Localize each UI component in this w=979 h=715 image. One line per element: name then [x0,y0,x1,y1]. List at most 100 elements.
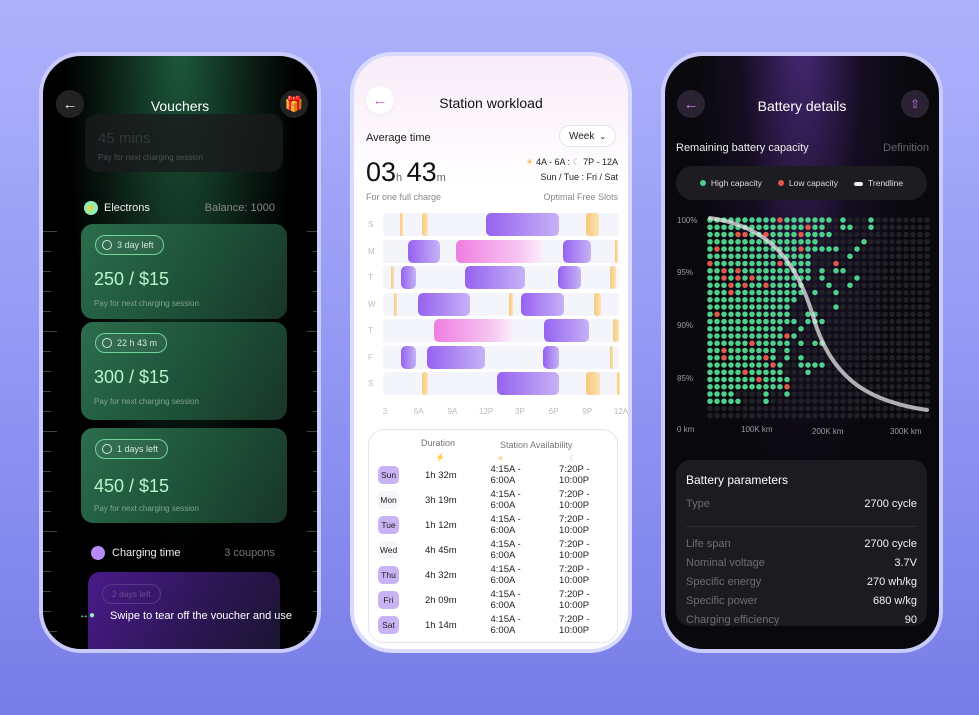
busy-bar[interactable] [486,213,560,236]
high-capacity-dot [735,325,741,332]
high-capacity-dot [728,253,734,260]
high-capacity-dot [777,340,783,347]
low-capacity-dot [784,383,790,390]
day-chip[interactable]: Fri [378,591,400,609]
high-capacity-dot [819,275,825,281]
empty-dot [896,289,902,296]
free-slot-bar[interactable] [610,266,616,289]
empty-dot [875,253,881,260]
empty-dot [896,304,902,310]
free-slot-bar[interactable] [594,292,601,316]
busy-bar[interactable] [521,292,564,316]
high-capacity-dot [756,267,762,274]
faded-voucher-card[interactable]: 45 mins Pay for next charging session [85,114,283,172]
day-chip[interactable]: Tue [378,516,400,534]
empty-dot [882,354,888,361]
empty-dot [882,260,888,267]
empty-dot [833,383,839,390]
empty-dot [847,333,853,339]
high-capacity-dot [756,354,762,361]
high-capacity-dot [728,340,734,347]
period-dropdown[interactable]: Week ⌄ [559,125,616,147]
low-capacity-dot [714,311,720,318]
workload-row [383,319,619,342]
busy-bar[interactable] [542,345,560,369]
empty-dot [875,412,881,419]
high-capacity-dot [707,275,713,281]
section-label: Charging time [112,547,181,559]
empty-dot [840,354,846,361]
high-capacity-dot [714,398,720,405]
day-chip[interactable]: Thu [378,566,400,584]
empty-dot [917,296,923,303]
free-slot-bar[interactable] [394,292,398,316]
empty-dot [868,304,874,310]
busy-bar[interactable] [496,372,560,395]
empty-dot [910,333,916,339]
voucher-card[interactable]: 1 days left 450 / $15 Pay for next chargin… [81,428,287,523]
busy-bar[interactable] [456,239,543,263]
empty-dot [917,246,923,252]
free-slot-bar[interactable] [508,292,514,316]
busy-bar[interactable] [417,292,470,316]
edge-tick [43,351,51,352]
high-capacity-dot [742,260,748,267]
day-chip[interactable]: Mon [378,491,400,509]
high-capacity-dot [714,238,720,245]
busy-bar[interactable] [558,266,581,289]
empty-dot [847,304,853,310]
day-chip[interactable]: Sun [378,466,400,484]
busy-bar[interactable] [426,345,486,369]
edge-tick [313,351,317,352]
high-capacity-dot [749,253,755,260]
voucher-card[interactable]: 22 h 43 m 300 / $15 Pay for next charging … [81,322,287,420]
empty-dot [917,217,923,223]
day-chip[interactable]: Sat [378,616,400,634]
high-capacity-dot [728,391,734,397]
busy-bar[interactable] [400,266,416,289]
empty-dot [714,412,720,419]
busy-bar[interactable] [562,239,591,263]
free-slot-bar[interactable] [586,213,599,236]
empty-dot [903,376,909,383]
free-slot-bar[interactable] [616,372,620,395]
high-capacity-dot [728,296,734,303]
empty-dot [924,340,930,347]
empty-dot [889,347,895,354]
free-slot-bar[interactable] [610,345,613,369]
empty-dot [861,231,867,238]
empty-dot [777,405,783,412]
busy-bar[interactable] [465,266,525,289]
high-capacity-dot [707,253,713,260]
free-slot-bar[interactable] [586,372,600,395]
empty-dot [868,325,874,332]
free-slot-bar[interactable] [614,239,618,263]
free-slot-bar[interactable] [422,213,428,236]
free-slot-bar[interactable] [422,372,428,395]
gift-button[interactable]: 🎁 [280,90,308,118]
busy-bar[interactable] [400,345,416,369]
high-capacity-dot [819,318,825,325]
empty-dot [882,369,888,376]
high-capacity-dot [770,318,776,325]
edge-tick [313,411,317,412]
high-capacity-dot [714,383,720,390]
low-capacity-dot [798,246,804,252]
workload-row [383,345,619,369]
empty-dot [826,340,832,347]
busy-bar[interactable] [407,239,441,263]
free-slot-bar[interactable] [399,213,403,236]
free-slot-bar[interactable] [390,266,394,289]
empty-dot [924,296,930,303]
busy-bar[interactable] [433,319,514,342]
free-slot-bar[interactable] [613,319,619,342]
voucher-card[interactable]: 3 day left 250 / $15 Pay for next charging… [81,224,287,319]
empty-dot [805,376,811,383]
high-capacity-dot [735,376,741,383]
high-capacity-dot [798,224,804,231]
day-chip[interactable]: Wed [378,541,400,559]
high-capacity-dot [763,296,769,303]
busy-bar[interactable] [543,319,589,342]
empty-dot [798,412,804,419]
x-tick: 3P [514,407,525,416]
